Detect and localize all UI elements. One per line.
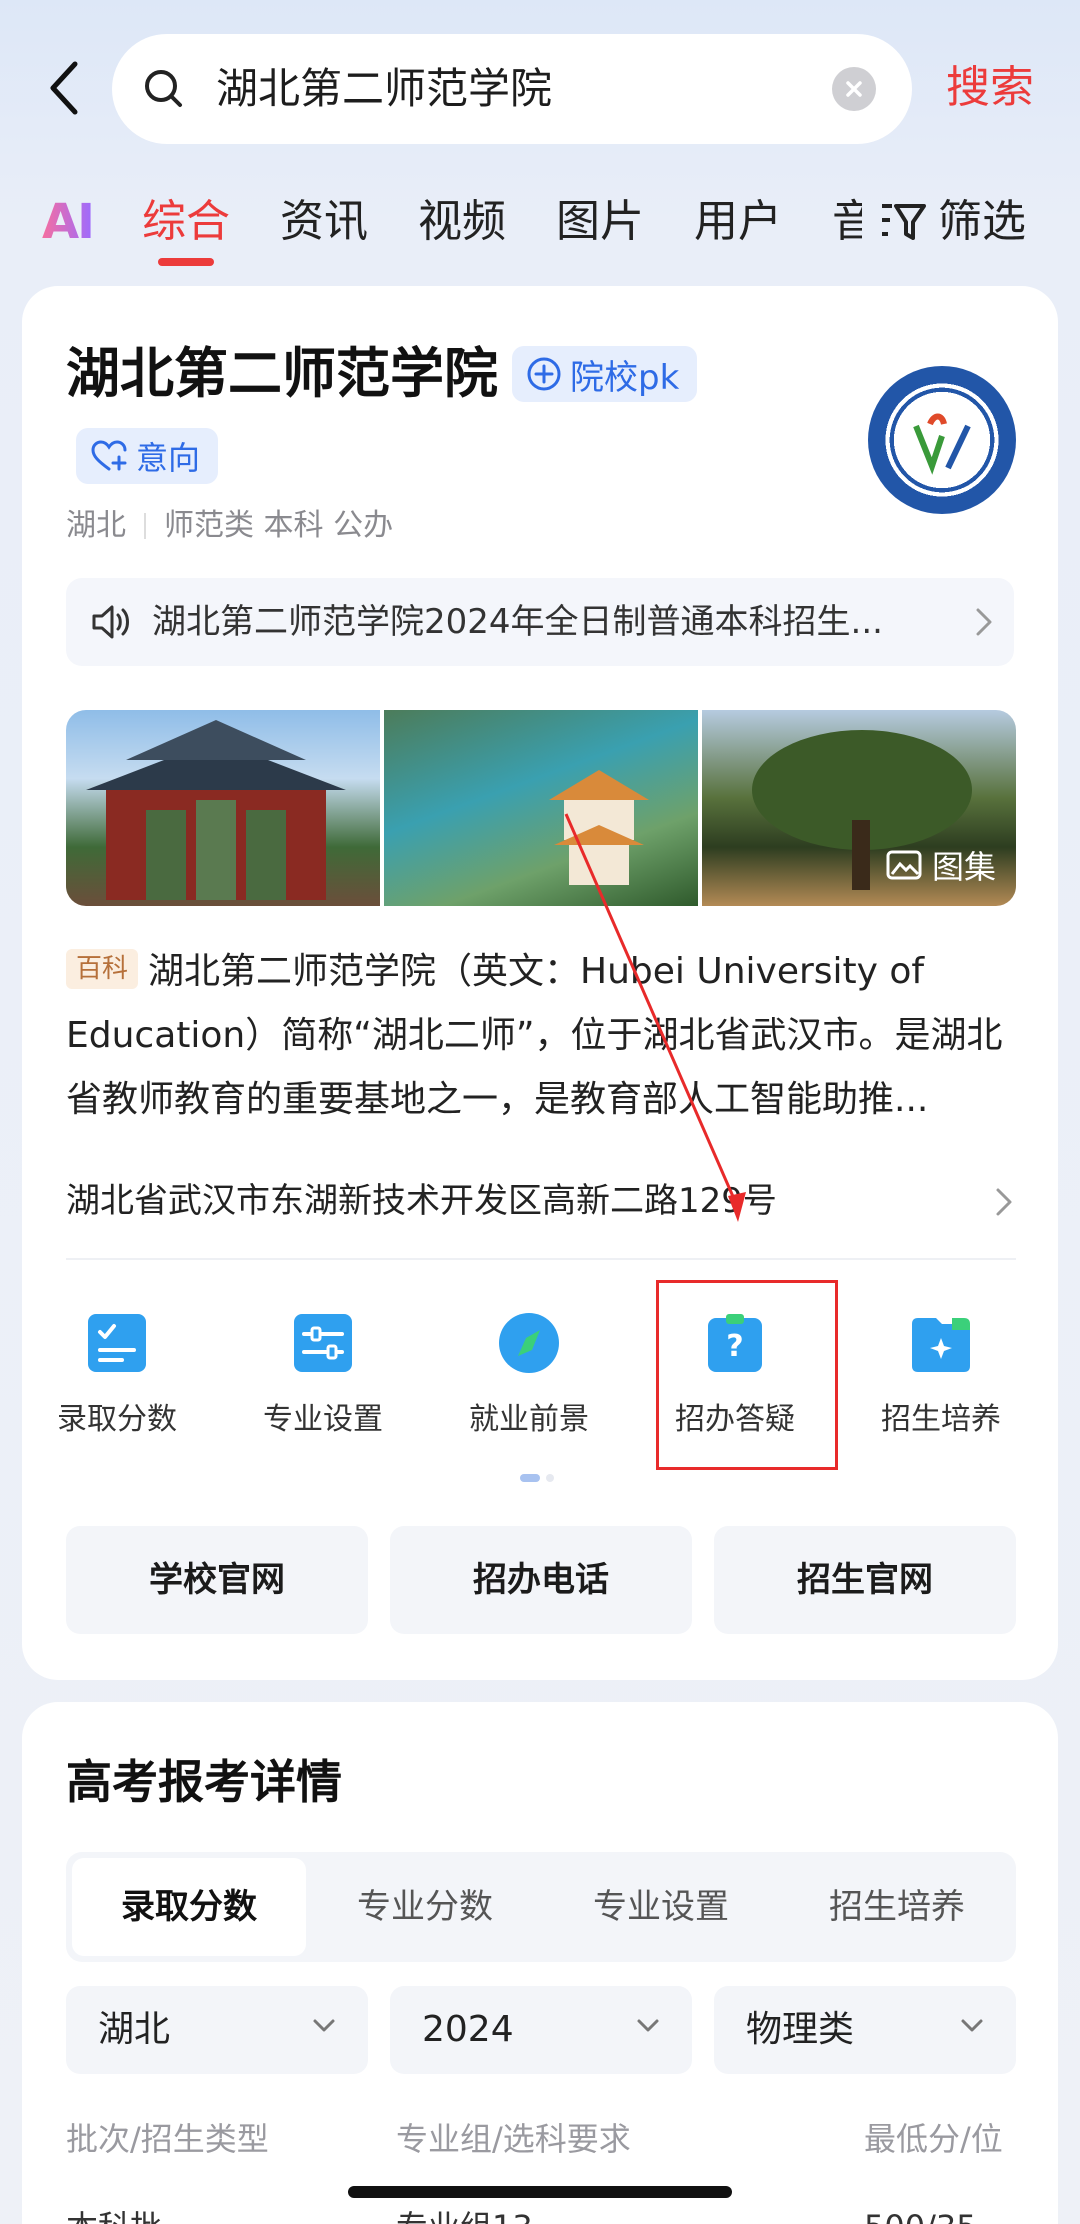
filter-selects: 湖北 2024 物理类 xyxy=(66,1986,1016,2074)
folder-star-icon xyxy=(912,1318,970,1372)
summary-text: 湖北第二师范学院（英文：Hubei University of Educatio… xyxy=(66,951,1003,1120)
official-links: 学校官网 招办电话 招生官网 xyxy=(66,1526,1016,1634)
shortcut-grid: 录取分数 专业设置 就业前景 ? 招办答疑 招生培养 xyxy=(22,1296,1058,1466)
tab-music-partial[interactable]: 音 xyxy=(832,192,862,252)
shortcut-career-prospects[interactable]: 就业前景 xyxy=(434,1296,624,1466)
school-emblem-icon xyxy=(908,406,976,475)
shortcut-label: 招生培养 xyxy=(881,1402,1001,1437)
segment-major-scores[interactable]: 专业分数 xyxy=(308,1858,542,1956)
shortcut-admission-scores[interactable]: 录取分数 xyxy=(22,1296,212,1466)
shortcut-enrollment-training[interactable]: 招生培养 xyxy=(846,1296,1036,1466)
campus-gate-image xyxy=(86,720,346,900)
back-button[interactable] xyxy=(36,54,92,122)
tab-images[interactable]: 图片 xyxy=(556,192,644,252)
province-value: 湖北 xyxy=(98,2009,171,2050)
chevron-down-icon xyxy=(637,2019,659,2032)
province-select[interactable]: 湖北 xyxy=(66,1986,368,2074)
page-indicator xyxy=(520,1474,554,1482)
compass-icon xyxy=(499,1313,559,1373)
table-cell: 本科批 xyxy=(66,2202,162,2224)
school-tags: 师范类 本科 公办 xyxy=(164,508,394,543)
shortcut-label: 专业设置 xyxy=(263,1402,383,1437)
top-bar: 湖北第二师范学院 搜索 xyxy=(0,30,1080,146)
year-select[interactable]: 2024 xyxy=(390,1986,692,2074)
school-card: 湖北第二师范学院 院校pk 意向 湖北 师范类 本科 公办 湖北第二师范学院20… xyxy=(22,286,1058,1680)
segment-major-settings[interactable]: 专业设置 xyxy=(544,1858,778,1956)
section-title: 高考报考详情 xyxy=(66,1755,342,1809)
score-list-icon xyxy=(88,1314,146,1372)
gallery-photo-gate[interactable] xyxy=(66,710,380,906)
application-details-card: 高考报考详情 录取分数 专业分数 专业设置 招生培养 湖北 2024 物理类 批… xyxy=(22,1702,1058,2224)
segment-enrollment-training[interactable]: 招生培养 xyxy=(780,1858,1014,1956)
category-tabs: AI 综合 资讯 视频 图片 用户 音 筛选 xyxy=(0,180,1080,280)
chevron-down-icon xyxy=(313,2019,335,2032)
gallery-album-tag[interactable]: 图集 xyxy=(886,842,996,888)
ai-tab[interactable]: AI xyxy=(42,190,95,254)
search-button[interactable]: 搜索 xyxy=(946,58,1034,118)
column-header: 最低分/位 xyxy=(864,2120,1003,2158)
school-address[interactable]: 湖北省武汉市东湖新技术开发区高新二路129号 xyxy=(66,1176,1016,1226)
shortcut-label: 就业前景 xyxy=(469,1402,589,1437)
gallery-photo-lake[interactable] xyxy=(384,710,698,906)
segment-admission-scores[interactable]: 录取分数 xyxy=(72,1858,306,1956)
shortcut-major-settings[interactable]: 专业设置 xyxy=(228,1296,418,1466)
gallery-photo-tree[interactable]: 图集 xyxy=(702,710,1016,906)
pagoda-image xyxy=(549,770,649,885)
annotation-highlight-box xyxy=(656,1280,838,1470)
search-icon xyxy=(145,70,182,107)
home-indicator xyxy=(348,2186,732,2198)
school-pk-button[interactable]: 院校pk xyxy=(512,346,698,402)
plus-circle-icon xyxy=(527,357,561,391)
intent-label: 意向 xyxy=(136,439,201,477)
gallery-label: 图集 xyxy=(931,848,996,886)
school-name: 湖北第二师范学院 xyxy=(66,342,498,405)
baike-tag: 百科 xyxy=(66,949,139,989)
year-value: 2024 xyxy=(422,2009,514,2050)
active-tab-underline xyxy=(158,258,214,266)
tab-users[interactable]: 用户 xyxy=(694,192,782,252)
notice-text: 湖北第二师范学院2024年全日制普通本科招生... xyxy=(152,602,883,642)
chevron-right-icon xyxy=(976,608,992,636)
tab-comprehensive[interactable]: 综合 xyxy=(142,192,230,252)
table-cell: 500/35 xyxy=(864,2202,977,2224)
search-input[interactable]: 湖北第二师范学院 xyxy=(112,34,912,144)
divider xyxy=(66,1258,1016,1260)
chevron-down-icon xyxy=(961,2019,983,2032)
shortcut-label: 录取分数 xyxy=(57,1402,177,1437)
school-meta: 湖北 师范类 本科 公办 xyxy=(66,504,393,548)
subject-select[interactable]: 物理类 xyxy=(714,1986,1016,2074)
close-icon xyxy=(846,81,862,97)
meta-separator xyxy=(144,513,146,539)
clear-search-button[interactable] xyxy=(832,67,876,111)
page-dot-active xyxy=(520,1474,540,1482)
school-summary[interactable]: 百科 湖北第二师范学院（英文：Hubei University of Educat… xyxy=(66,940,1016,1132)
chevron-left-icon xyxy=(50,61,78,115)
intent-button[interactable]: 意向 xyxy=(76,428,219,484)
image-icon xyxy=(886,850,922,880)
filter-label: 筛选 xyxy=(938,196,1026,247)
search-query-text: 湖北第二师范学院 xyxy=(216,64,553,113)
admissions-phone-button[interactable]: 招办电话 xyxy=(390,1526,692,1634)
heart-plus-icon xyxy=(91,440,127,471)
settings-sliders-icon xyxy=(294,1314,352,1372)
subject-value: 物理类 xyxy=(746,2009,855,2050)
school-pk-label: 院校pk xyxy=(570,357,680,398)
admission-notice-bar[interactable]: 湖北第二师范学院2024年全日制普通本科招生... xyxy=(66,578,1014,666)
filter-icon xyxy=(882,204,926,240)
photo-gallery[interactable]: 图集 xyxy=(66,710,1016,906)
filter-button[interactable]: 筛选 xyxy=(880,192,1026,252)
speaker-icon xyxy=(92,605,129,639)
school-region: 湖北 xyxy=(66,508,126,543)
tab-video[interactable]: 视频 xyxy=(418,192,506,252)
tab-news[interactable]: 资讯 xyxy=(280,192,368,252)
school-website-button[interactable]: 学校官网 xyxy=(66,1526,368,1634)
admissions-website-button[interactable]: 招生官网 xyxy=(714,1526,1016,1634)
table-cell: 专业组13 xyxy=(396,2202,533,2224)
chevron-right-icon xyxy=(996,1188,1012,1216)
column-header: 专业组/选科要求 xyxy=(396,2120,631,2158)
column-header: 批次/招生类型 xyxy=(66,2120,269,2158)
school-logo xyxy=(868,366,1016,514)
details-segmented-control: 录取分数 专业分数 专业设置 招生培养 xyxy=(66,1852,1016,1962)
page-dot xyxy=(546,1474,554,1482)
